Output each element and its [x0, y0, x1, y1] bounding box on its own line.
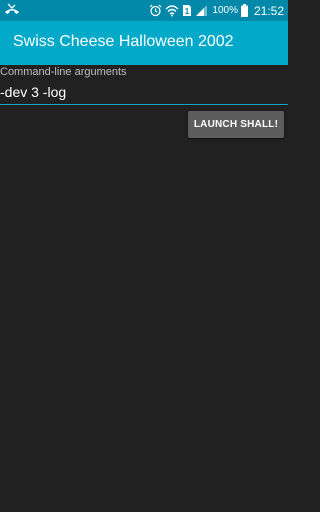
sim-icon: 1	[182, 4, 192, 17]
launch-button[interactable]: LAUNCH SHALL!	[188, 111, 284, 138]
args-input[interactable]	[0, 80, 288, 105]
wifi-icon	[165, 4, 179, 17]
alarm-icon	[149, 4, 162, 17]
svg-text:1: 1	[185, 7, 190, 16]
clock: 21:52	[253, 3, 284, 18]
app-title: Swiss Cheese Halloween 2002	[13, 33, 234, 50]
battery-icon	[240, 4, 248, 17]
args-field-label: Command-line arguments	[0, 66, 127, 78]
signal-icon	[195, 4, 208, 17]
missed-call-icon	[4, 3, 20, 17]
battery-percentage: 100%	[212, 5, 238, 16]
status-bar: 1 100% 21:52	[0, 0, 288, 21]
status-icons: 1 100% 21:52	[149, 2, 284, 19]
app-bar: Swiss Cheese Halloween 2002	[0, 21, 288, 65]
